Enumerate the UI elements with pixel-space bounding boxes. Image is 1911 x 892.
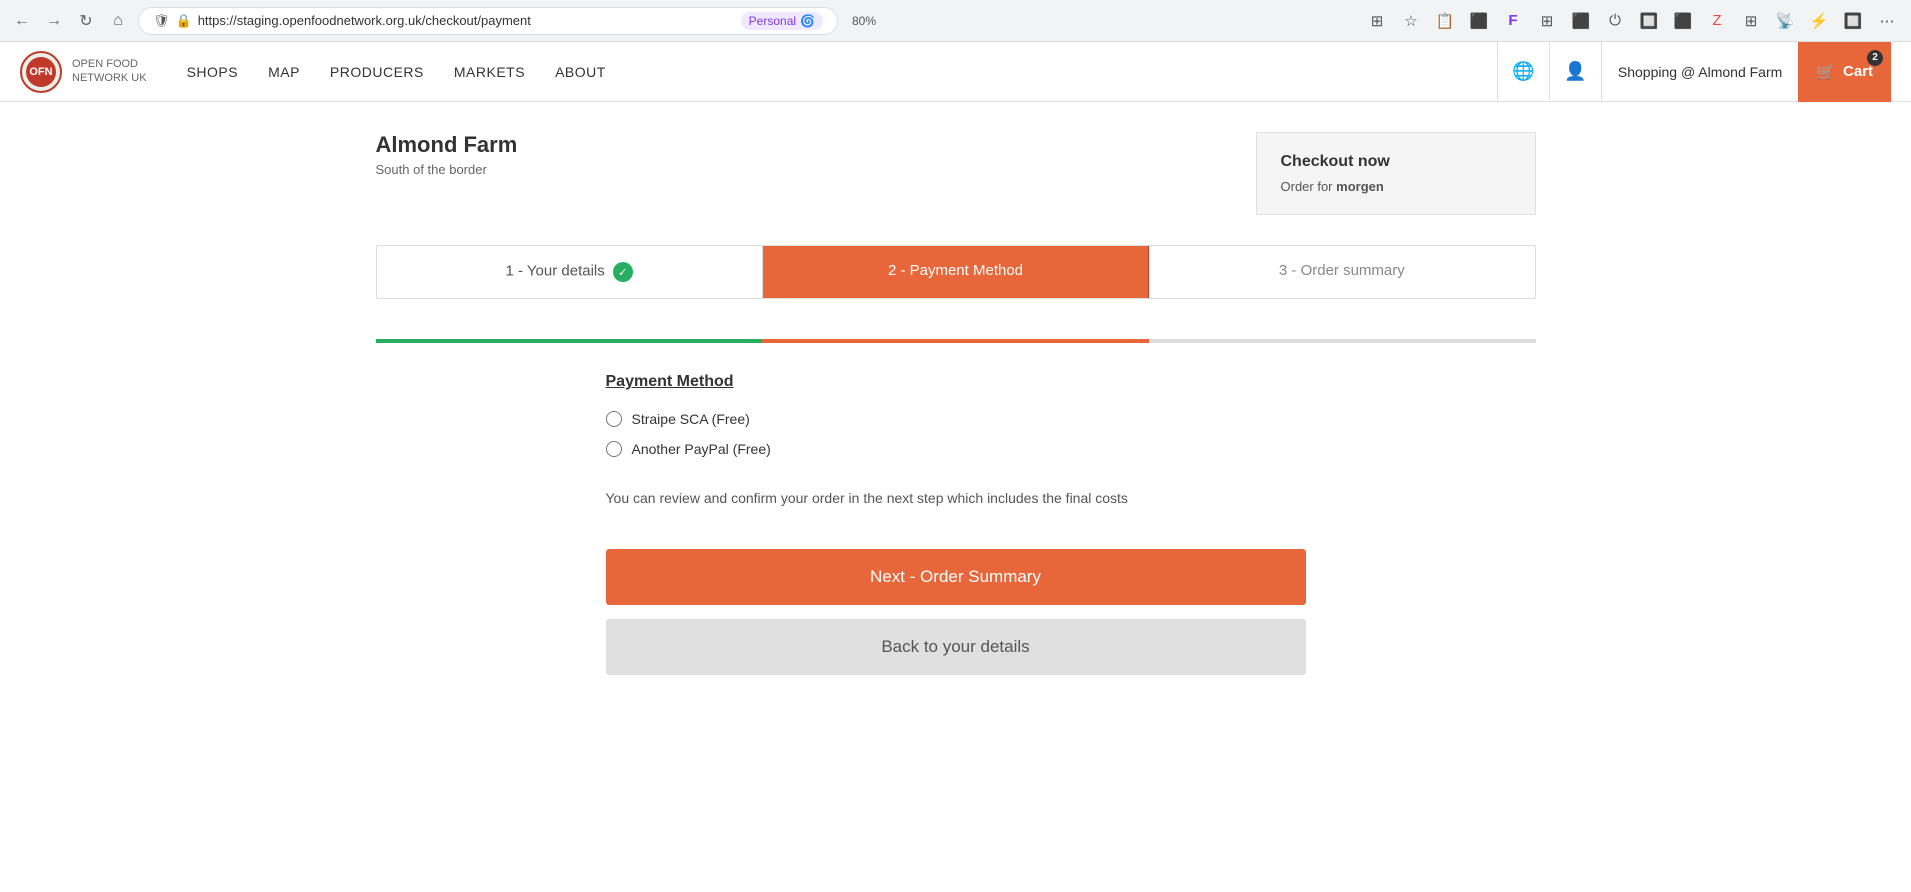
payment-section: Payment Method Straipe SCA (Free) Anothe… <box>606 373 1306 675</box>
browser-back-button[interactable]: ← <box>10 9 34 33</box>
shop-name: Almond Farm <box>376 132 518 158</box>
stripe-radio[interactable] <box>606 411 622 427</box>
next-order-summary-button[interactable]: Next - Order Summary <box>606 549 1306 605</box>
step-1[interactable]: 1 - Your details <box>377 246 763 298</box>
stripe-label[interactable]: Straipe SCA (Free) <box>632 411 750 427</box>
shop-info: Almond Farm South of the border <box>376 132 518 177</box>
progress-step1 <box>376 339 763 343</box>
logo-circle: OFN <box>20 51 62 93</box>
extension-5-button[interactable]: ⏻ <box>1601 7 1629 35</box>
lock-icon: 🔒 <box>176 13 192 29</box>
extension-7-button[interactable]: ⬛ <box>1669 7 1697 35</box>
extension-11-button[interactable]: ⚡ <box>1805 7 1833 35</box>
user-icon: 👤 <box>1564 61 1586 82</box>
extension-4-button[interactable]: ⬛ <box>1567 7 1595 35</box>
checkout-panel-title: Checkout now <box>1281 153 1511 171</box>
personal-icon: 🌀 <box>800 14 815 28</box>
cart-label: Cart <box>1843 63 1873 80</box>
payment-title: Payment Method <box>606 373 1306 391</box>
payment-options: Straipe SCA (Free) Another PayPal (Free) <box>606 411 1306 457</box>
top-navigation: OFN OPEN FOOD NETWORK UK SHOPS MAP PRODU… <box>0 42 1911 102</box>
extension-6-button[interactable]: 🔲 <box>1635 7 1663 35</box>
url-prefix: https://staging. <box>198 13 283 28</box>
nav-map[interactable]: MAP <box>268 64 300 80</box>
cart-button[interactable]: 🛒 Cart 2 <box>1798 42 1891 102</box>
browser-chrome: ← → ↻ ⌂ 🛡 🔒 https://staging.openfoodnetw… <box>0 0 1911 42</box>
nav-shops[interactable]: SHOPS <box>187 64 239 80</box>
extension-9-button[interactable]: ⊞ <box>1737 7 1765 35</box>
shop-subtitle: South of the border <box>376 162 518 177</box>
logo-line1: OPEN FOOD <box>72 58 147 71</box>
paypal-label[interactable]: Another PayPal (Free) <box>632 441 771 457</box>
order-user: morgen <box>1336 179 1384 194</box>
paypal-radio[interactable] <box>606 441 622 457</box>
globe-icon: 🌐 <box>1512 61 1534 82</box>
logo-inner: OFN <box>26 57 56 87</box>
progress-step2 <box>762 339 1149 343</box>
browser-right-icons: ⊞ ☆ 📋 ⬛ F ⊞ ⬛ ⏻ 🔲 ⬛ Z ⊞ 📡 ⚡ 🔲 ⋯ <box>1363 7 1901 35</box>
url-display: https://staging.openfoodnetwork.org.uk/c… <box>198 13 531 28</box>
cart-count-badge: 2 <box>1867 50 1883 66</box>
cart-icon: 🛒 <box>1816 63 1835 81</box>
url-domain: openfoodnetwork.org.uk <box>282 13 421 28</box>
personal-label: Personal <box>749 14 796 28</box>
extension-8-button[interactable]: Z <box>1703 7 1731 35</box>
nav-right: 🌐 👤 Shopping @ Almond Farm 🛒 Cart 2 <box>1497 42 1891 102</box>
browser-forward-button[interactable]: → <box>42 9 66 33</box>
extension-10-button[interactable]: 📡 <box>1771 7 1799 35</box>
address-bar[interactable]: 🛡 🔒 https://staging.openfoodnetwork.org.… <box>138 7 838 35</box>
user-icon-button[interactable]: 👤 <box>1549 42 1601 102</box>
logo-area[interactable]: OFN OPEN FOOD NETWORK UK <box>20 51 147 93</box>
logo-line2: NETWORK UK <box>72 72 147 85</box>
step-3[interactable]: 3 - Order summary <box>1149 246 1534 298</box>
order-for-text: Order for <box>1281 179 1333 194</box>
payment-option-paypal[interactable]: Another PayPal (Free) <box>606 441 1306 457</box>
extension-3-button[interactable]: ⊞ <box>1533 7 1561 35</box>
browser-refresh-button[interactable]: ↻ <box>74 9 98 33</box>
menu-button[interactable]: ⋯ <box>1873 7 1901 35</box>
steps-bar: 1 - Your details 2 - Payment Method 3 - … <box>376 245 1536 299</box>
extension-12-button[interactable]: 🔲 <box>1839 7 1867 35</box>
url-path: /checkout/payment <box>422 13 531 28</box>
shop-header: Almond Farm South of the border Checkout… <box>376 132 1536 215</box>
review-text: You can review and confirm your order in… <box>606 487 1306 509</box>
bookmark-button[interactable]: ☆ <box>1397 7 1425 35</box>
main-content: Almond Farm South of the border Checkout… <box>356 102 1556 735</box>
security-icon: 🛡 <box>153 13 170 29</box>
globe-icon-button[interactable]: 🌐 <box>1497 42 1549 102</box>
logo-text: OPEN FOOD NETWORK UK <box>72 58 147 84</box>
checkout-panel-order: Order for morgen <box>1281 179 1511 194</box>
nav-markets[interactable]: MARKETS <box>454 64 525 80</box>
nav-producers[interactable]: PRODUCERS <box>330 64 424 80</box>
shopping-label: Shopping @ Almond Farm <box>1601 42 1798 102</box>
checkout-panel: Checkout now Order for morgen <box>1256 132 1536 215</box>
extension-1-button[interactable]: ⬛ <box>1465 7 1493 35</box>
browser-home-button[interactable]: ⌂ <box>106 9 130 33</box>
grid-view-button[interactable]: ⊞ <box>1363 7 1391 35</box>
zoom-level: 80% <box>846 12 882 30</box>
extension-2-button[interactable]: F <box>1499 7 1527 35</box>
personal-badge: Personal 🌀 <box>741 12 823 30</box>
reading-list-button[interactable]: 📋 <box>1431 7 1459 35</box>
back-to-details-button[interactable]: Back to your details <box>606 619 1306 675</box>
progress-step3 <box>1149 339 1536 343</box>
nav-links: SHOPS MAP PRODUCERS MARKETS ABOUT <box>187 64 1497 80</box>
step-2[interactable]: 2 - Payment Method <box>763 246 1149 298</box>
steps-progress <box>376 339 1536 343</box>
payment-option-stripe[interactable]: Straipe SCA (Free) <box>606 411 1306 427</box>
nav-about[interactable]: ABOUT <box>555 64 606 80</box>
checkout-steps: 1 - Your details 2 - Payment Method 3 - … <box>376 245 1536 343</box>
